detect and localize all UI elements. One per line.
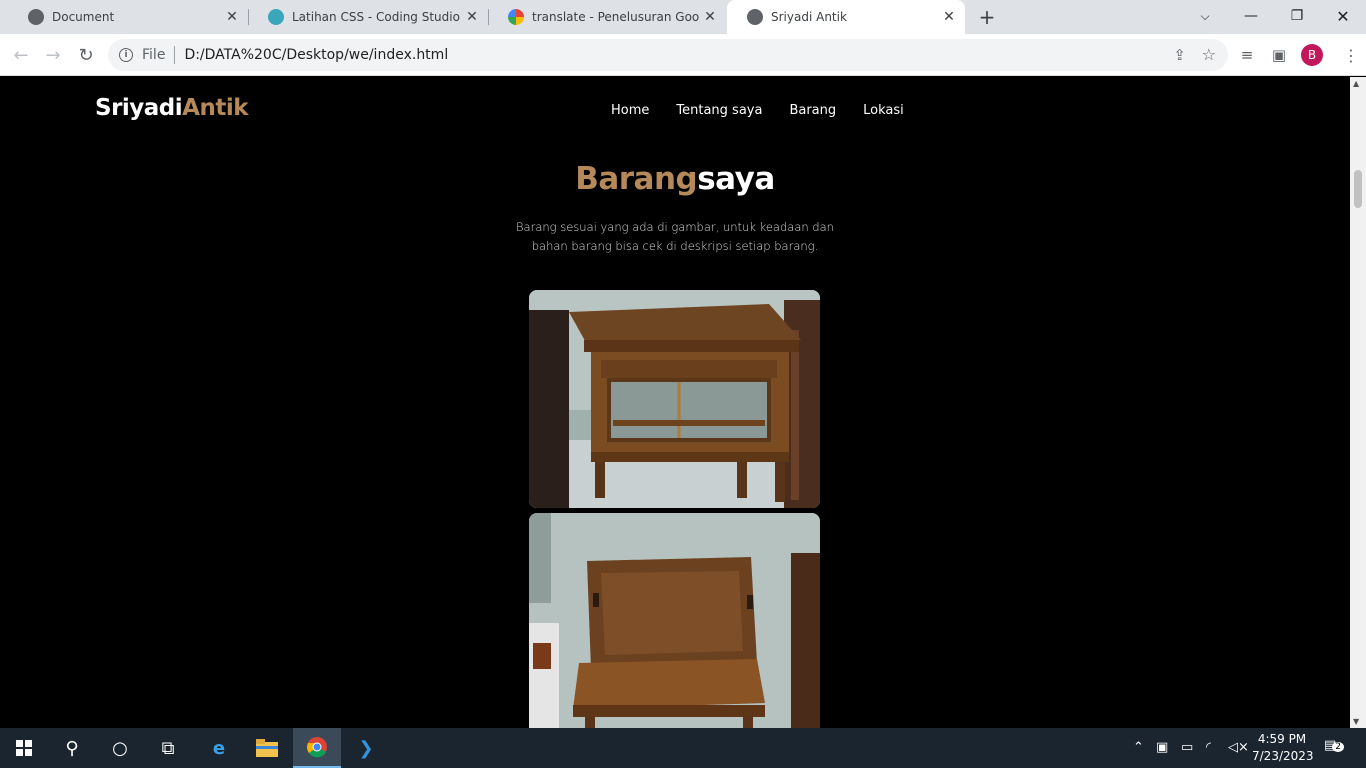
file-explorer-icon[interactable]: [243, 728, 291, 768]
tab-title: Latihan CSS - Coding Studio: [292, 10, 460, 24]
clock-time: 4:59 PM: [1257, 732, 1307, 746]
site-navbar: Home Tentang saya Barang Lokasi: [611, 103, 931, 118]
browser-toolbar: ← → ↻ i File D:/DATA%20C/Desktop/we/inde…: [0, 34, 1366, 76]
scroll-down-arrow-icon[interactable]: ▼: [1353, 717, 1359, 726]
address-bar[interactable]: i File D:/DATA%20C/Desktop/we/index.html…: [108, 39, 1228, 71]
nav-home-link[interactable]: Home: [611, 103, 649, 118]
vscode-icon[interactable]: ❯: [342, 728, 390, 768]
notifications-icon[interactable]: ▤2: [1324, 738, 1345, 753]
meet-now-icon[interactable]: ▣: [1156, 740, 1168, 755]
close-icon[interactable]: ✕: [222, 7, 242, 27]
clock-date: 7/23/2023: [1252, 749, 1314, 763]
nav-tentang-saya-link[interactable]: Tentang saya: [676, 103, 762, 118]
tab-title: Sriyadi Antik: [771, 10, 847, 24]
tab-title: translate - Penelusuran Google: [532, 10, 700, 24]
cortana-icon[interactable]: ○: [96, 728, 144, 768]
close-icon[interactable]: ✕: [700, 7, 720, 27]
network-icon[interactable]: ◜: [1206, 740, 1211, 755]
page-scrollbar[interactable]: ▲ ▼: [1350, 77, 1366, 728]
browser-menu-icon[interactable]: ⋮: [1340, 44, 1362, 66]
site-logo[interactable]: SriyadiAntik: [95, 95, 249, 121]
search-icon[interactable]: ⚲: [48, 728, 96, 768]
tab-translate[interactable]: translate - Penelusuran Google ✕: [488, 0, 726, 34]
section-title-primary: saya: [697, 161, 775, 197]
logo-text-accent: Antik: [182, 95, 249, 121]
reload-button[interactable]: ↻: [74, 43, 98, 67]
profile-avatar[interactable]: B: [1301, 44, 1323, 66]
site-info-icon[interactable]: i: [119, 48, 133, 62]
logo-text-primary: Sriyadi: [95, 95, 183, 121]
address-scheme-label: File: [142, 47, 166, 63]
scroll-up-arrow-icon[interactable]: ▲: [1353, 79, 1359, 88]
windows-taskbar: ⚲ ○ ⧉ e ❯ ⌃ ▣ ▭ ◜ ◁× 4:59 PM 7/23/2023 ▤…: [0, 728, 1366, 768]
window-close-button[interactable]: ✕: [1320, 0, 1366, 32]
browser-tab-strip: Document ✕ Latihan CSS - Coding Studio ✕…: [0, 0, 1366, 34]
tab-sriyadi-antik[interactable]: Sriyadi Antik ✕: [727, 0, 965, 34]
share-icon[interactable]: ⇪: [1173, 46, 1186, 64]
task-view-icon[interactable]: ⧉: [144, 728, 192, 768]
media-controls-icon[interactable]: ≡: [1236, 44, 1258, 66]
cabinet-image: [529, 290, 820, 508]
globe-icon: [28, 9, 44, 25]
bookmark-star-icon[interactable]: ☆: [1202, 45, 1216, 64]
url-text[interactable]: D:/DATA%20C/Desktop/we/index.html: [184, 47, 448, 63]
minimize-button[interactable]: —: [1228, 0, 1274, 32]
product-photo-tray: [529, 513, 820, 728]
close-icon[interactable]: ✕: [939, 7, 959, 27]
notification-count-badge: 2: [1332, 742, 1345, 752]
tab-search-icon[interactable]: ⌵: [1182, 0, 1228, 32]
windows-start-icon[interactable]: [0, 728, 48, 768]
section-title-accent: Barang: [575, 161, 698, 197]
section-title: Barangsaya: [0, 161, 1350, 197]
battery-icon[interactable]: ▭: [1181, 740, 1193, 755]
volume-muted-icon[interactable]: ◁×: [1228, 740, 1249, 755]
coding-studio-icon: [268, 9, 284, 25]
taskbar-clock[interactable]: 4:59 PM 7/23/2023: [1252, 731, 1314, 765]
scrollbar-thumb[interactable]: [1354, 170, 1362, 208]
google-icon: [508, 9, 524, 25]
side-panel-icon[interactable]: ▣: [1268, 44, 1290, 66]
tab-document[interactable]: Document ✕: [8, 0, 248, 34]
edge-browser-icon[interactable]: e: [195, 728, 243, 768]
chrome-icon[interactable]: [293, 728, 341, 768]
show-hidden-icons-icon[interactable]: ⌃: [1133, 740, 1144, 755]
page-viewport: SriyadiAntik Home Tentang saya Barang Lo…: [0, 77, 1350, 728]
globe-icon: [747, 9, 763, 25]
new-tab-button[interactable]: +: [976, 5, 998, 29]
restore-button[interactable]: ❐: [1274, 0, 1320, 32]
section-description: Barang sesuai yang ada di gambar, untuk …: [516, 220, 834, 253]
product-photo-cabinet: [529, 290, 820, 508]
back-button[interactable]: ←: [9, 43, 33, 67]
address-divider: [174, 46, 176, 64]
tab-latihan-css[interactable]: Latihan CSS - Coding Studio ✕: [248, 0, 488, 34]
tab-title: Document: [52, 10, 115, 24]
nav-lokasi-link[interactable]: Lokasi: [863, 103, 904, 118]
forward-button[interactable]: →: [41, 43, 65, 67]
nav-barang-link[interactable]: Barang: [789, 103, 836, 118]
tray-image: [529, 513, 820, 728]
close-icon[interactable]: ✕: [462, 7, 482, 27]
